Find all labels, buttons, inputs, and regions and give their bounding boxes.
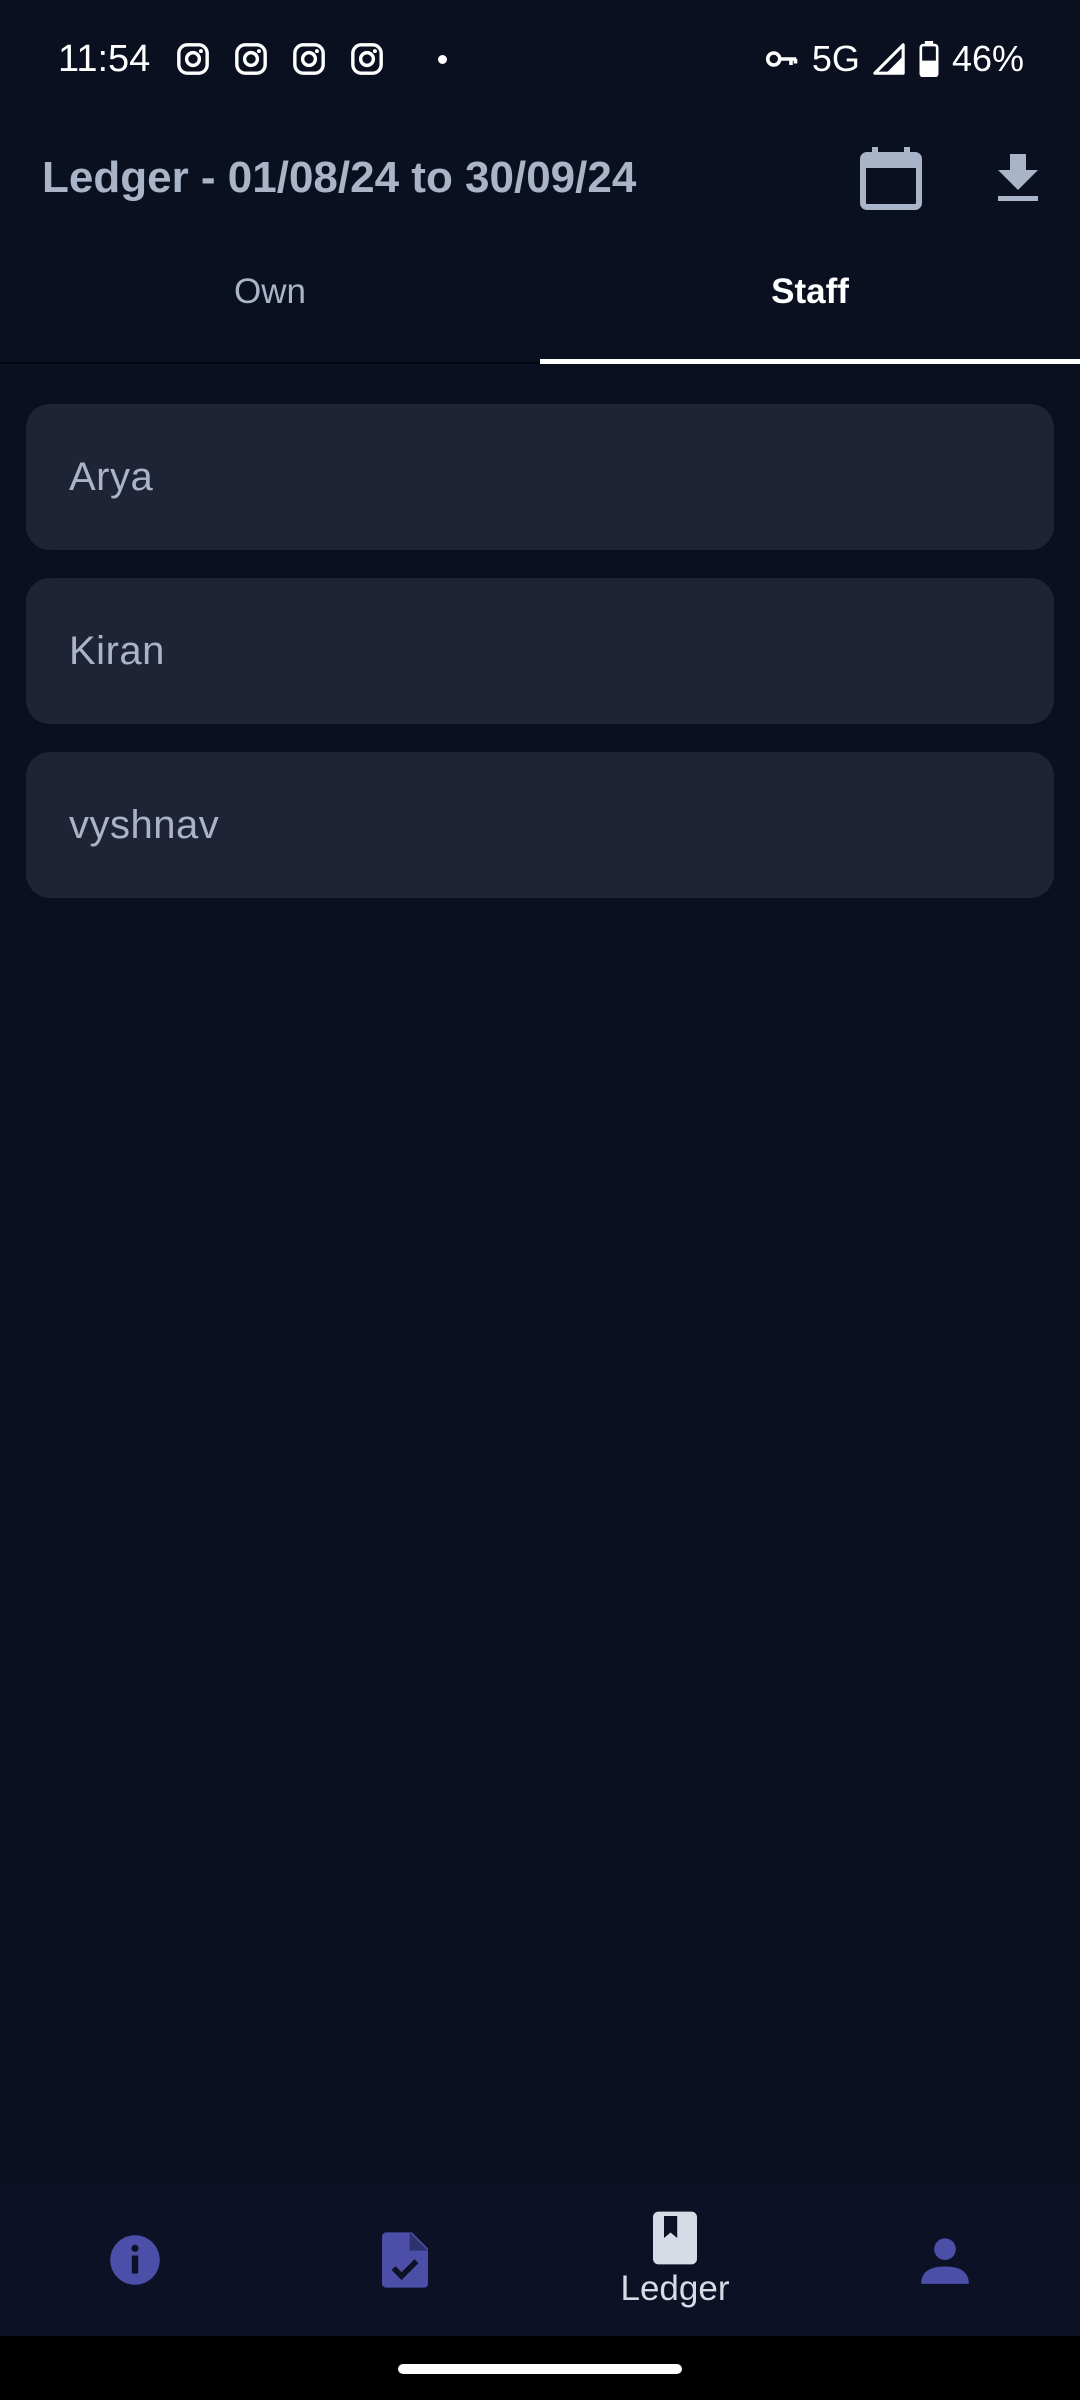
more-notifications-dot: [438, 54, 448, 64]
list-item[interactable]: vyshnav: [26, 752, 1054, 898]
home-gesture-handle[interactable]: [398, 2364, 682, 2374]
status-bar: 11:54 5G 46%: [0, 0, 1080, 118]
app-bar: Ledger - 01/08/24 to 30/09/24: [0, 118, 1080, 238]
download-button[interactable]: [958, 118, 1078, 238]
nav-item-profile[interactable]: [810, 2184, 1080, 2336]
staff-name: Arya: [69, 454, 154, 499]
instagram-icon: [351, 43, 384, 75]
nav-label-ledger: Ledger: [620, 2269, 730, 2308]
vpn-key-icon: [765, 51, 798, 67]
status-time: 11:54: [58, 37, 151, 80]
calendar-icon: [860, 147, 922, 210]
staff-name: Kiran: [69, 628, 165, 673]
list-item[interactable]: Arya: [26, 404, 1054, 550]
staff-name: vyshnav: [69, 802, 220, 847]
status-left: 11:54: [58, 37, 448, 81]
tab-staff[interactable]: Staff: [540, 238, 1080, 364]
instagram-icon: [235, 43, 268, 75]
staff-list: Arya Kiran vyshnav: [26, 404, 1054, 926]
bottom-navigation: Ledger: [0, 2184, 1080, 2336]
signal-icon: [873, 43, 905, 75]
app-bar-actions: [831, 118, 1080, 238]
battery-level: 46%: [951, 38, 1024, 79]
person-icon: [921, 2238, 969, 2284]
instagram-icon: [293, 43, 326, 75]
instagram-icon: [177, 43, 210, 75]
calendar-button[interactable]: [831, 118, 951, 238]
download-icon: [998, 154, 1038, 201]
nav-item-tasks[interactable]: [270, 2184, 540, 2336]
ledger-book-icon: [653, 2211, 697, 2265]
page-title: Ledger - 01/08/24 to 30/09/24: [42, 153, 637, 202]
tab-own[interactable]: Own: [0, 238, 540, 362]
list-item[interactable]: Kiran: [26, 578, 1054, 724]
nav-item-ledger[interactable]: Ledger: [540, 2184, 810, 2336]
network-type: 5G: [811, 38, 860, 79]
tab-bar: Own Staff: [0, 238, 1080, 364]
battery-icon: [919, 41, 939, 77]
status-right: 5G 46%: [764, 38, 1024, 80]
nav-item-info[interactable]: [0, 2184, 270, 2336]
task-document-icon: [382, 2232, 428, 2288]
info-icon: [110, 2235, 160, 2285]
